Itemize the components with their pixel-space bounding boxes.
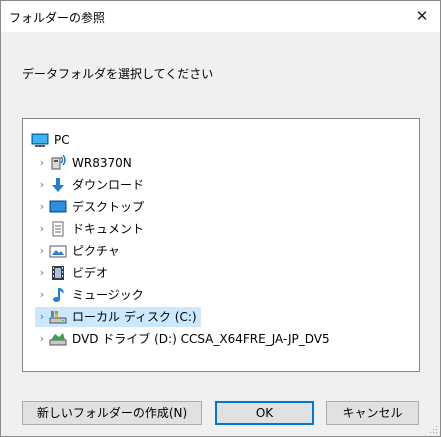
tree-item-label: ピクチャ: [72, 244, 120, 258]
tree-item-label: ビデオ: [72, 266, 109, 280]
close-icon: ✕: [415, 7, 429, 25]
tree-item-pc[interactable]: PC: [31, 130, 70, 150]
window-title: フォルダーの参照: [9, 11, 106, 25]
pictures-icon: [49, 243, 67, 259]
pc-icon: [31, 132, 49, 148]
music-note-icon: [49, 287, 67, 303]
tree-item-label: ミュージック: [72, 288, 144, 302]
tree-item-documents[interactable]: › ドキュメント: [35, 219, 144, 239]
videos-icon: [49, 265, 67, 281]
title-bar[interactable]: フォルダーの参照 ✕: [1, 1, 440, 32]
folder-browse-dialog: フォルダーの参照 ✕ データフォルダを選択してください PC › WR8370N…: [0, 0, 441, 437]
cancel-button[interactable]: キャンセル: [326, 401, 419, 425]
tree-item-downloads[interactable]: › ダウンロード: [35, 175, 144, 195]
tree-item-wr8370n[interactable]: › WR8370N: [35, 153, 132, 173]
instruction-text: データフォルダを選択してください: [22, 67, 214, 81]
chevron-right-icon[interactable]: ›: [35, 241, 49, 261]
folder-tree[interactable]: PC › WR8370N › ダウンロード › デスクトップ › ドキュメント …: [22, 118, 420, 372]
ok-button[interactable]: OK: [215, 401, 314, 425]
tree-item-label: デスクトップ: [72, 200, 145, 214]
desktop-icon: [49, 199, 67, 215]
tree-item-local-disk-c[interactable]: › ローカル ディスク (C:): [35, 307, 201, 327]
chevron-right-icon[interactable]: ›: [35, 263, 49, 283]
tree-item-label: DVD ドライブ (D:) CCSA_X64FRE_JA-JP_DV5: [72, 332, 330, 346]
tree-item-pictures[interactable]: › ピクチャ: [35, 241, 120, 261]
chevron-right-icon[interactable]: ›: [35, 153, 49, 173]
tree-item-videos[interactable]: › ビデオ: [35, 263, 108, 283]
tree-item-label: PC: [54, 133, 70, 147]
tree-item-label: ドキュメント: [72, 222, 145, 236]
local-disk-icon: [49, 309, 67, 325]
button-bar: 新しいフォルダーの作成(N) OK キャンセル: [1, 401, 440, 429]
tree-item-label: ローカル ディスク (C:): [72, 310, 197, 324]
tree-item-music[interactable]: › ミュージック: [35, 285, 144, 305]
tree-item-desktop[interactable]: › デスクトップ: [35, 197, 144, 217]
new-folder-button[interactable]: 新しいフォルダーの作成(N): [22, 401, 202, 425]
chevron-right-icon[interactable]: ›: [35, 285, 49, 305]
tree-item-label: ダウンロード: [72, 178, 145, 192]
chevron-right-icon[interactable]: ›: [35, 175, 49, 195]
documents-icon: [49, 221, 67, 237]
tree-item-label: WR8370N: [72, 156, 132, 170]
resize-grip-icon[interactable]: [428, 424, 438, 434]
network-device-icon: [49, 154, 67, 171]
download-arrow-icon: [49, 177, 67, 193]
chevron-right-icon[interactable]: ›: [35, 197, 49, 217]
close-button[interactable]: ✕: [404, 1, 440, 32]
dvd-drive-icon: [49, 331, 67, 347]
tree-item-dvd-drive-d[interactable]: › DVD ドライブ (D:) CCSA_X64FRE_JA-JP_DV5: [35, 329, 330, 349]
chevron-right-icon[interactable]: ›: [35, 307, 49, 327]
chevron-right-icon[interactable]: ›: [35, 329, 49, 349]
chevron-right-icon[interactable]: ›: [35, 219, 49, 239]
